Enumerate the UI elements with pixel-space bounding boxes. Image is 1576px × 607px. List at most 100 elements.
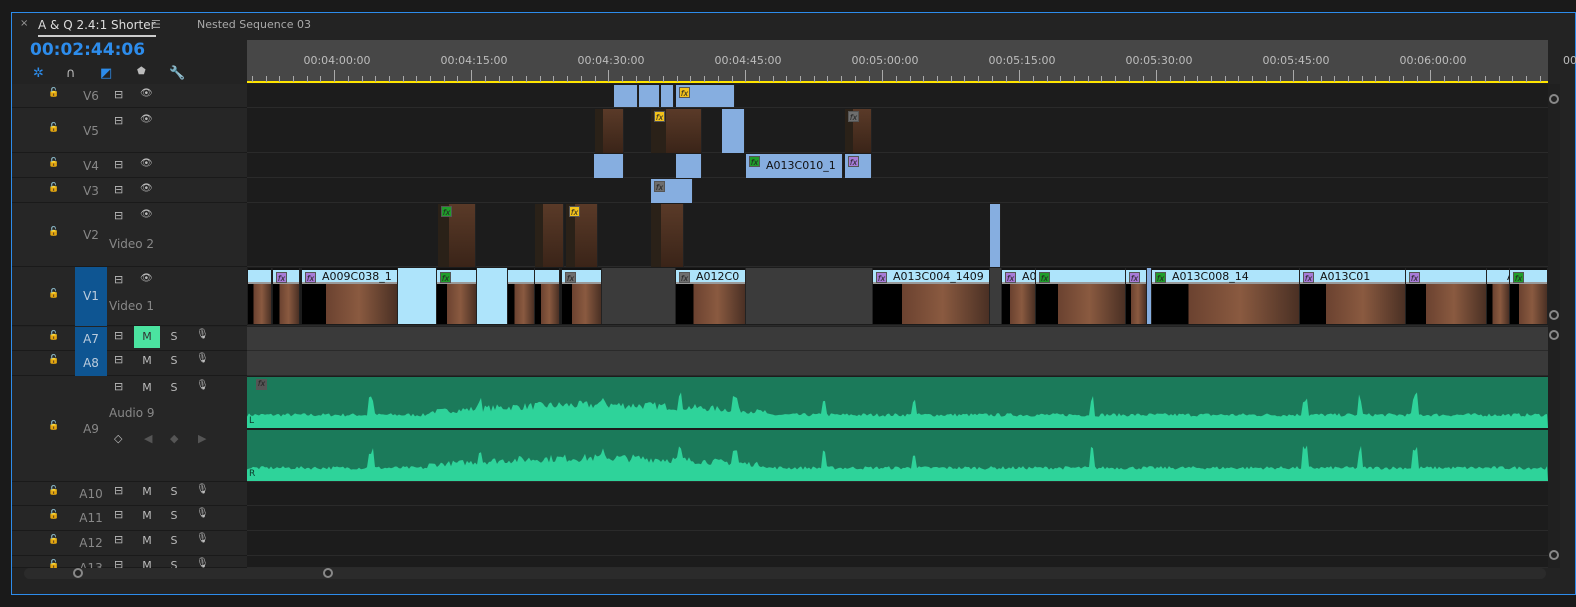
- sync-lock-icon[interactable]: ⊟: [114, 508, 123, 521]
- clip[interactable]: fx: [1036, 268, 1126, 324]
- fx-badge[interactable]: fx: [679, 272, 690, 283]
- eye-icon[interactable]: 👁: [140, 114, 153, 125]
- tab-sequence[interactable]: A & Q 2.4:1 Shorter: [38, 18, 156, 37]
- clip[interactable]: A: [1487, 268, 1510, 324]
- sync-lock-icon[interactable]: ⊟: [114, 353, 123, 366]
- clip[interactable]: [595, 109, 624, 153]
- clip[interactable]: [594, 154, 624, 178]
- work-area-bar[interactable]: [247, 81, 1548, 83]
- prev-keyframe-icon[interactable]: ◀: [144, 432, 152, 445]
- track-target-A9[interactable]: A9: [75, 421, 107, 437]
- fx-badge[interactable]: fx: [749, 156, 760, 167]
- track-target-A12[interactable]: A12: [75, 535, 107, 551]
- clip[interactable]: [990, 268, 1002, 324]
- fx-badge[interactable]: fx: [1005, 272, 1016, 283]
- linked-selection-icon[interactable]: ∩: [66, 66, 76, 81]
- eye-icon[interactable]: 👁: [140, 88, 153, 99]
- fx-badge[interactable]: fx: [679, 87, 690, 98]
- eye-icon[interactable]: 👁: [140, 273, 153, 284]
- clip[interactable]: fx: [676, 85, 735, 107]
- mute-button[interactable]: M: [134, 505, 160, 527]
- solo-button[interactable]: S: [161, 326, 187, 348]
- audio-fx-badge[interactable]: fx: [256, 379, 267, 390]
- sync-lock-icon[interactable]: ⊟: [114, 380, 123, 393]
- fx-badge[interactable]: fx: [305, 272, 316, 283]
- mute-button[interactable]: M: [134, 377, 160, 399]
- eye-icon[interactable]: 👁: [140, 209, 153, 220]
- track-lane-V4[interactable]: [247, 153, 1548, 178]
- track-lane-A11[interactable]: [247, 506, 1548, 531]
- lock-icon[interactable]: 🔓: [48, 331, 59, 341]
- lock-icon[interactable]: 🔓: [48, 510, 59, 520]
- clip[interactable]: [602, 268, 676, 324]
- track-target-A11[interactable]: A11: [75, 510, 107, 526]
- track-lane-A8[interactable]: [247, 351, 1548, 376]
- track-lane-V5[interactable]: [247, 108, 1548, 153]
- close-tab-icon[interactable]: ×: [20, 18, 28, 29]
- lock-icon[interactable]: 🔓: [48, 486, 59, 496]
- track-target-V5[interactable]: V5: [75, 123, 107, 139]
- mute-button[interactable]: M: [134, 350, 160, 372]
- lock-icon[interactable]: 🔓: [48, 183, 59, 193]
- clip[interactable]: fx: [566, 204, 598, 267]
- microphone-icon[interactable]: 🎙: [196, 380, 209, 391]
- sync-lock-icon[interactable]: ⊟: [114, 158, 123, 171]
- eye-icon[interactable]: 👁: [140, 158, 153, 169]
- solo-button[interactable]: S: [161, 350, 187, 372]
- clip[interactable]: [639, 85, 660, 107]
- sync-lock-icon[interactable]: ⊟: [114, 183, 123, 196]
- mute-button[interactable]: M: [134, 530, 160, 552]
- microphone-icon[interactable]: 🎙: [196, 484, 209, 495]
- lock-icon[interactable]: 🔓: [48, 421, 59, 431]
- track-target-A7[interactable]: A7: [75, 327, 107, 351]
- clip[interactable]: fx A013C01: [1300, 268, 1406, 324]
- vscroll-handle[interactable]: [1549, 310, 1559, 320]
- track-target-A8[interactable]: A8: [75, 351, 107, 376]
- fx-badge[interactable]: fx: [276, 272, 287, 283]
- add-keyframe-icon[interactable]: ◆: [170, 432, 178, 445]
- lock-icon[interactable]: 🔓: [48, 535, 59, 545]
- clip[interactable]: [535, 268, 560, 324]
- track-lane-A13[interactable]: [247, 556, 1548, 568]
- sync-lock-icon[interactable]: ⊟: [114, 114, 123, 127]
- solo-button[interactable]: S: [161, 481, 187, 503]
- playhead-timecode[interactable]: 00:02:44:06: [30, 40, 145, 60]
- fx-badge[interactable]: fx: [848, 111, 859, 122]
- clip[interactable]: fx A013C008_14: [1152, 268, 1300, 324]
- horizontal-scrollbar[interactable]: [24, 568, 1546, 579]
- clip[interactable]: [398, 268, 437, 324]
- track-target-V6[interactable]: V6: [75, 88, 107, 104]
- clip[interactable]: [676, 154, 702, 178]
- sync-lock-icon[interactable]: ⊟: [114, 533, 123, 546]
- fx-badge[interactable]: fx: [1303, 272, 1314, 283]
- clip[interactable]: [746, 268, 873, 324]
- fx-badge[interactable]: fx: [848, 156, 859, 167]
- clip[interactable]: fx: [651, 109, 702, 153]
- clip[interactable]: [661, 85, 674, 107]
- fx-badge[interactable]: fx: [440, 272, 451, 283]
- fx-badge[interactable]: fx: [654, 111, 665, 122]
- fx-badge[interactable]: fx: [654, 181, 665, 192]
- clip[interactable]: fx: [651, 179, 693, 203]
- track-target-A10[interactable]: A10: [75, 486, 107, 502]
- eye-icon[interactable]: 👁: [140, 183, 153, 194]
- sync-lock-icon[interactable]: ⊟: [114, 484, 123, 497]
- track-lane-A10[interactable]: [247, 482, 1548, 506]
- lock-icon[interactable]: 🔓: [48, 289, 59, 299]
- clip[interactable]: [651, 204, 684, 267]
- clip[interactable]: fx: [437, 268, 477, 324]
- track-lane-V6[interactable]: [247, 84, 1548, 108]
- tab-menu-icon[interactable]: ☰: [151, 18, 161, 31]
- fx-badge[interactable]: fx: [876, 272, 887, 283]
- microphone-icon[interactable]: 🎙: [196, 353, 209, 364]
- clip[interactable]: fx: [1510, 268, 1548, 324]
- clip[interactable]: fx: [845, 109, 872, 153]
- audio-clip-waveform[interactable]: LR: [247, 377, 1548, 481]
- audio-vscroll-handle[interactable]: [1549, 330, 1559, 340]
- clip[interactable]: [477, 268, 508, 324]
- marker-icon[interactable]: ⬟: [137, 66, 146, 77]
- fx-badge[interactable]: fx: [441, 206, 452, 217]
- track-target-V1[interactable]: V1: [75, 267, 107, 326]
- solo-button[interactable]: S: [161, 377, 187, 399]
- add-marker-icon[interactable]: ◩: [100, 66, 112, 81]
